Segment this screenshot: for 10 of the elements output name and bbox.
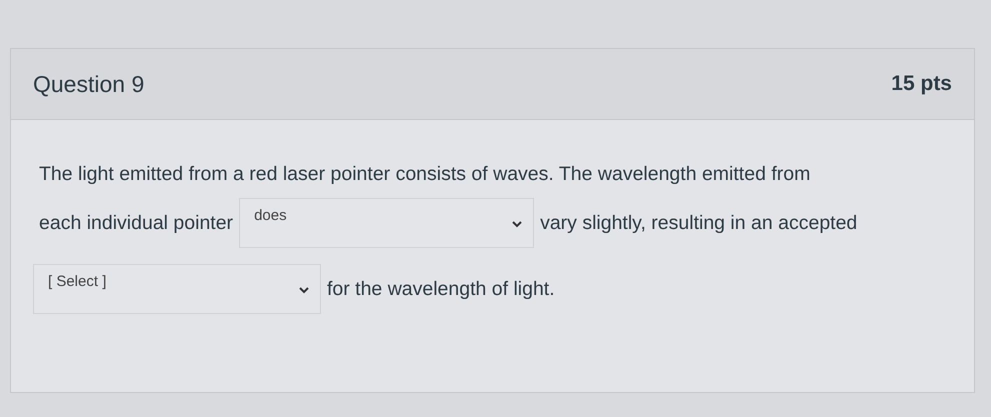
question-text: for the wavelength of light. [327, 278, 555, 300]
chevron-down-icon [298, 285, 310, 295]
points-label: 15 pts [891, 72, 952, 96]
chevron-down-icon [511, 219, 524, 229]
question-text: each individual pointer [39, 212, 234, 234]
answer-dropdown[interactable]: [ Select ] [33, 264, 321, 314]
answer-dropdown[interactable]: does [239, 198, 534, 248]
question-text: The light emitted from a red laser pointer consists of waves. The wavelength emitted from [39, 162, 810, 186]
question-text: vary slightly, resulting in an accepted [540, 212, 858, 234]
question-title: Question 9 [33, 70, 144, 98]
